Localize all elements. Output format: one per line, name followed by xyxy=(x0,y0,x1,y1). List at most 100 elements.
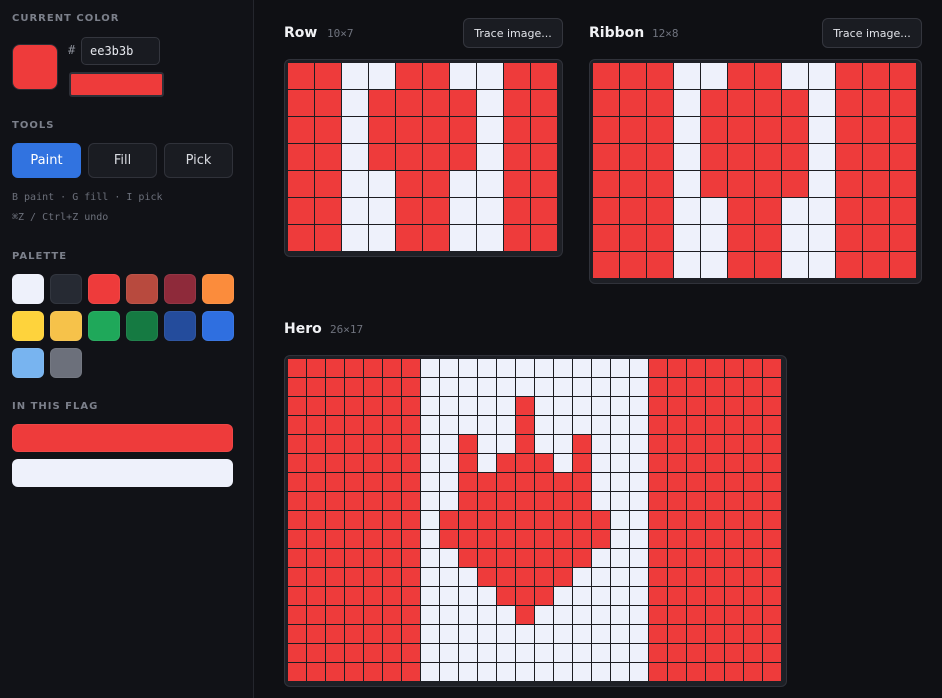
pixel-cell[interactable] xyxy=(668,473,686,491)
row-trace-image-button[interactable]: Trace image... xyxy=(463,18,563,48)
pixel-cell[interactable] xyxy=(440,416,458,434)
pixel-cell[interactable] xyxy=(450,144,476,170)
pixel-cell[interactable] xyxy=(421,625,439,643)
pixel-cell[interactable] xyxy=(383,473,401,491)
pixel-cell[interactable] xyxy=(478,568,496,586)
pixel-cell[interactable] xyxy=(288,378,306,396)
pixel-cell[interactable] xyxy=(728,171,754,197)
pixel-cell[interactable] xyxy=(383,435,401,453)
pixel-cell[interactable] xyxy=(725,663,743,681)
pixel-cell[interactable] xyxy=(423,63,449,89)
pixel-cell[interactable] xyxy=(402,473,420,491)
pixel-cell[interactable] xyxy=(728,252,754,278)
pixel-cell[interactable] xyxy=(307,397,325,415)
palette-swatch[interactable] xyxy=(50,348,82,378)
pixel-cell[interactable] xyxy=(554,587,572,605)
pixel-cell[interactable] xyxy=(863,198,889,224)
pixel-cell[interactable] xyxy=(725,606,743,624)
pixel-cell[interactable] xyxy=(649,663,667,681)
pixel-cell[interactable] xyxy=(836,63,862,89)
pixel-cell[interactable] xyxy=(890,252,916,278)
pixel-cell[interactable] xyxy=(497,549,515,567)
pixel-cell[interactable] xyxy=(440,473,458,491)
pixel-cell[interactable] xyxy=(620,171,646,197)
pixel-cell[interactable] xyxy=(516,416,534,434)
pixel-cell[interactable] xyxy=(315,63,341,89)
pixel-cell[interactable] xyxy=(421,454,439,472)
pixel-cell[interactable] xyxy=(516,625,534,643)
pixel-cell[interactable] xyxy=(288,90,314,116)
pixel-cell[interactable] xyxy=(402,606,420,624)
pixel-cell[interactable] xyxy=(326,378,344,396)
pixel-cell[interactable] xyxy=(459,511,477,529)
fill-tool-button[interactable]: Fill xyxy=(88,143,157,178)
pixel-cell[interactable] xyxy=(504,117,530,143)
pixel-cell[interactable] xyxy=(782,198,808,224)
pixel-cell[interactable] xyxy=(611,435,629,453)
pixel-cell[interactable] xyxy=(809,252,835,278)
pixel-cell[interactable] xyxy=(611,530,629,548)
pixel-cell[interactable] xyxy=(701,63,727,89)
pixel-cell[interactable] xyxy=(649,568,667,586)
pixel-cell[interactable] xyxy=(423,198,449,224)
pixel-cell[interactable] xyxy=(782,171,808,197)
pixel-cell[interactable] xyxy=(288,568,306,586)
pixel-cell[interactable] xyxy=(450,225,476,251)
pixel-cell[interactable] xyxy=(782,144,808,170)
pixel-cell[interactable] xyxy=(706,663,724,681)
pixel-cell[interactable] xyxy=(440,492,458,510)
pixel-cell[interactable] xyxy=(611,378,629,396)
pixel-cell[interactable] xyxy=(573,511,591,529)
palette-swatch[interactable] xyxy=(164,311,196,341)
pixel-cell[interactable] xyxy=(630,568,648,586)
pixel-cell[interactable] xyxy=(326,625,344,643)
pixel-cell[interactable] xyxy=(592,644,610,662)
pixel-cell[interactable] xyxy=(288,63,314,89)
pixel-cell[interactable] xyxy=(440,549,458,567)
pixel-cell[interactable] xyxy=(687,511,705,529)
pixel-cell[interactable] xyxy=(345,587,363,605)
pixel-cell[interactable] xyxy=(611,587,629,605)
pixel-cell[interactable] xyxy=(535,511,553,529)
pixel-cell[interactable] xyxy=(383,644,401,662)
pixel-cell[interactable] xyxy=(450,171,476,197)
pixel-cell[interactable] xyxy=(307,644,325,662)
pixel-cell[interactable] xyxy=(342,225,368,251)
pixel-cell[interactable] xyxy=(647,171,673,197)
pixel-cell[interactable] xyxy=(288,587,306,605)
pixel-cell[interactable] xyxy=(364,454,382,472)
pixel-cell[interactable] xyxy=(763,587,781,605)
pixel-cell[interactable] xyxy=(364,549,382,567)
palette-swatch[interactable] xyxy=(50,274,82,304)
pixel-cell[interactable] xyxy=(364,625,382,643)
pixel-cell[interactable] xyxy=(763,644,781,662)
pixel-cell[interactable] xyxy=(809,171,835,197)
pixel-cell[interactable] xyxy=(535,530,553,548)
pixel-cell[interactable] xyxy=(342,198,368,224)
pixel-cell[interactable] xyxy=(497,511,515,529)
pixel-cell[interactable] xyxy=(288,435,306,453)
pixel-cell[interactable] xyxy=(396,225,422,251)
pixel-cell[interactable] xyxy=(592,663,610,681)
pixel-cell[interactable] xyxy=(573,644,591,662)
pixel-cell[interactable] xyxy=(421,435,439,453)
pixel-cell[interactable] xyxy=(315,171,341,197)
pixel-cell[interactable] xyxy=(288,530,306,548)
pixel-cell[interactable] xyxy=(728,144,754,170)
pixel-cell[interactable] xyxy=(459,359,477,377)
pixel-cell[interactable] xyxy=(744,511,762,529)
pixel-cell[interactable] xyxy=(421,663,439,681)
pixel-cell[interactable] xyxy=(459,568,477,586)
pixel-cell[interactable] xyxy=(402,416,420,434)
pixel-cell[interactable] xyxy=(593,117,619,143)
pixel-cell[interactable] xyxy=(459,416,477,434)
pixel-cell[interactable] xyxy=(863,171,889,197)
pixel-cell[interactable] xyxy=(497,587,515,605)
pixel-cell[interactable] xyxy=(516,454,534,472)
pixel-cell[interactable] xyxy=(611,549,629,567)
pixel-cell[interactable] xyxy=(440,530,458,548)
pixel-cell[interactable] xyxy=(744,625,762,643)
pixel-cell[interactable] xyxy=(668,435,686,453)
pixel-cell[interactable] xyxy=(345,625,363,643)
pixel-cell[interactable] xyxy=(477,63,503,89)
